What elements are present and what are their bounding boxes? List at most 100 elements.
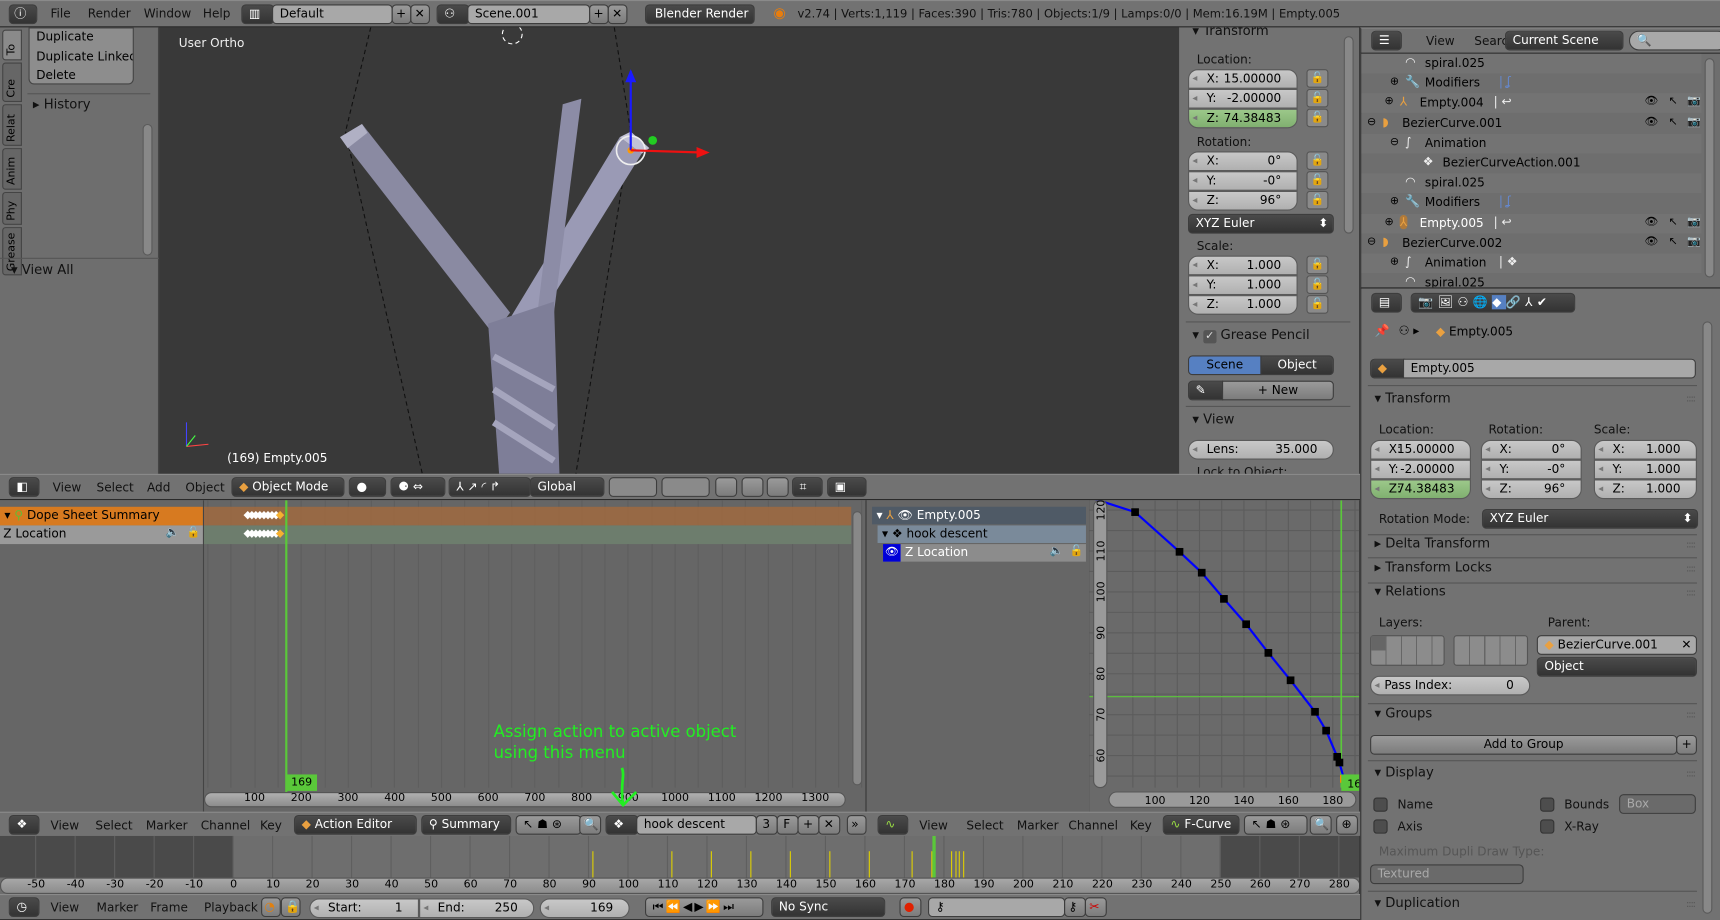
lock-y-icon[interactable]: 🔓: [1306, 88, 1329, 108]
transform-panel-header[interactable]: ▾ Transform: [1374, 391, 1450, 406]
layers-grid-1[interactable]: [608, 477, 658, 497]
scale-y-field[interactable]: Y:1.000: [1593, 459, 1697, 480]
hook-icon[interactable]: | ʆ: [1499, 75, 1511, 89]
menu-key[interactable]: Key: [260, 818, 282, 832]
location-x-field[interactable]: X:15.00000: [1187, 69, 1298, 89]
scene-icon[interactable]: ⚇: [436, 4, 470, 25]
mode-select[interactable]: ◆ Object Mode: [231, 477, 345, 497]
menu-frame[interactable]: Frame: [150, 901, 188, 915]
summary-keyframes[interactable]: ◆◆◆◆◆◆◆◆◆: [244, 509, 285, 521]
action-users-count[interactable]: 3: [755, 815, 778, 835]
outliner-item-label[interactable]: Modifiers: [1425, 196, 1480, 210]
bounds-checkbox[interactable]: [1540, 797, 1555, 812]
z-location-channel[interactable]: Z Location 🔈 🔓: [0, 525, 203, 545]
link-icon[interactable]: | ↩: [1494, 95, 1512, 109]
hook-descent-channel[interactable]: ▾ ❖ hook descent: [877, 525, 1086, 543]
render-engine-select[interactable]: Blender Render: [645, 4, 755, 25]
pivot-select[interactable]: ⚈ ⇔: [390, 477, 446, 497]
fake-user-button[interactable]: F: [776, 815, 799, 835]
sidebar-scrollbar[interactable]: [1343, 36, 1354, 234]
collapse-chevron-icon[interactable]: »: [846, 815, 867, 835]
collapse-icon[interactable]: ⊖: [1390, 136, 1399, 148]
proportional-edit-icon[interactable]: [741, 477, 764, 497]
location-y-field[interactable]: Y:-2.00000: [1370, 459, 1471, 480]
dope-mode-select[interactable]: ◆ Action Editor: [293, 815, 417, 835]
pivot-icon[interactable]: ⊕: [1336, 815, 1359, 835]
tool-tab-anim[interactable]: Anim: [2, 148, 22, 190]
filter-buttons[interactable]: ↖ ☗ ⊛: [515, 815, 582, 835]
editor-type-graph-button[interactable]: ∿: [877, 815, 909, 835]
menu-view[interactable]: View: [919, 818, 948, 832]
layers-grid-2[interactable]: [1453, 635, 1529, 666]
preview-range-icon[interactable]: ◔: [261, 897, 281, 918]
expand-icon[interactable]: ⊕: [1390, 256, 1399, 268]
view-all-panel-header[interactable]: ▾ View All: [11, 262, 74, 277]
outliner-row[interactable]: ◠ spiral.025: [1361, 273, 1702, 288]
rotation-mode-select[interactable]: XYZ Euler ⬍: [1481, 508, 1699, 529]
add-scene-button[interactable]: +: [589, 4, 609, 25]
menu-help[interactable]: Help: [203, 7, 231, 21]
relations-panel-header[interactable]: ▾ Relations: [1374, 584, 1445, 599]
render-camera-icon[interactable]: 📷: [1687, 116, 1701, 128]
outliner-item-label[interactable]: Modifiers: [1425, 76, 1480, 90]
location-x-field[interactable]: X:15.00000: [1370, 439, 1471, 460]
tool-tab-cre[interactable]: Cre: [2, 62, 22, 103]
parent-type-select[interactable]: Object: [1536, 657, 1697, 677]
pencil-icon[interactable]: ✎: [1187, 380, 1224, 401]
snap-select[interactable]: ⌗: [791, 477, 823, 497]
rotation-y-field[interactable]: Y:-0°: [1187, 171, 1298, 191]
object-name-field[interactable]: Empty.005: [1402, 358, 1696, 379]
timeline-current-frame[interactable]: [932, 835, 937, 878]
outliner-item-label[interactable]: spiral.025: [1425, 56, 1485, 70]
outliner-item-label[interactable]: BezierCurve.002: [1402, 236, 1502, 250]
outliner-row[interactable]: ⊖ ◗ BezierCurve.002 👁 ↖ 📷: [1361, 233, 1702, 254]
menu-render[interactable]: Render: [88, 7, 131, 21]
unlink-action-button[interactable]: ✕: [818, 815, 841, 835]
dope-sheet-summary-channel[interactable]: ▾ ⚲ Dope Sheet Summary: [0, 506, 203, 526]
scene-name-field[interactable]: Scene.001: [467, 4, 591, 25]
editor-type-timeline-button[interactable]: ◷: [8, 897, 40, 918]
outliner-row[interactable]: ◠ spiral.025: [1361, 173, 1702, 194]
orientation-select[interactable]: Global: [529, 477, 605, 497]
grease-scene-toggle[interactable]: Scene: [1187, 355, 1262, 376]
dope-sheet-vertical-scrollbar[interactable]: [852, 511, 863, 786]
menu-channel[interactable]: Channel: [201, 818, 251, 832]
axis-checkbox[interactable]: [1373, 819, 1388, 834]
pin-icon[interactable]: 📌: [1374, 324, 1389, 338]
search-icon[interactable]: 🔍: [579, 815, 602, 835]
render-buttons[interactable]: ▣: [827, 477, 867, 497]
tool-tab-phy[interactable]: Phy: [2, 191, 22, 225]
scale-x-field[interactable]: X:1.000: [1593, 439, 1697, 460]
menu-view[interactable]: View: [50, 901, 79, 915]
lock-x-icon[interactable]: 🔓: [1306, 69, 1329, 88]
rotation-z-field[interactable]: Z:96°: [1187, 190, 1298, 211]
grease-pencil-checkbox[interactable]: ✓: [1203, 330, 1217, 344]
graph-filter-buttons[interactable]: ↖ ☗ ⊛: [1243, 815, 1308, 835]
expand-icon[interactable]: ⊕: [1385, 216, 1394, 228]
select-arrow-icon[interactable]: ↖: [1668, 216, 1677, 228]
hook-icon[interactable]: | ʆ: [1499, 195, 1511, 209]
insert-keyframe-icon[interactable]: ⚷: [1064, 897, 1086, 918]
outliner-item-label[interactable]: Empty.004: [1420, 96, 1484, 110]
menu-window[interactable]: Window: [144, 7, 192, 21]
menu-select[interactable]: Select: [966, 818, 1003, 832]
location-z-field[interactable]: Z:74.38483: [1187, 108, 1298, 129]
tool-tab-to[interactable]: To: [2, 29, 22, 61]
outliner-item-label[interactable]: BezierCurve.001: [1402, 116, 1502, 130]
menu-key[interactable]: Key: [1130, 818, 1152, 832]
outliner-search-input[interactable]: 🔍: [1628, 30, 1720, 51]
info-editor-type-button[interactable]: ⓘ: [8, 4, 38, 25]
lock-z-icon[interactable]: 🔓: [1306, 295, 1329, 314]
editor-type-properties-button[interactable]: ▤: [1371, 292, 1402, 313]
rotation-z-field[interactable]: Z:96°: [1480, 479, 1582, 500]
editor-type-dopesheet-button[interactable]: ❖: [8, 815, 40, 835]
lens-field[interactable]: Lens:35.000: [1187, 439, 1334, 460]
history-panel-header[interactable]: ▸ History: [33, 97, 91, 112]
shading-select[interactable]: ●: [348, 477, 387, 497]
outliner-row[interactable]: ⊕ ∫ Animation | ❖: [1361, 253, 1702, 274]
menu-playback[interactable]: Playback: [204, 901, 258, 915]
outliner-item-label[interactable]: spiral.025: [1425, 276, 1485, 288]
outliner-row[interactable]: ◠ spiral.025: [1361, 53, 1702, 74]
outliner-row[interactable]: ⊖ ◗ BezierCurve.001 👁 ↖ 📷: [1361, 113, 1702, 134]
properties-scrollbar[interactable]: [1702, 321, 1713, 914]
